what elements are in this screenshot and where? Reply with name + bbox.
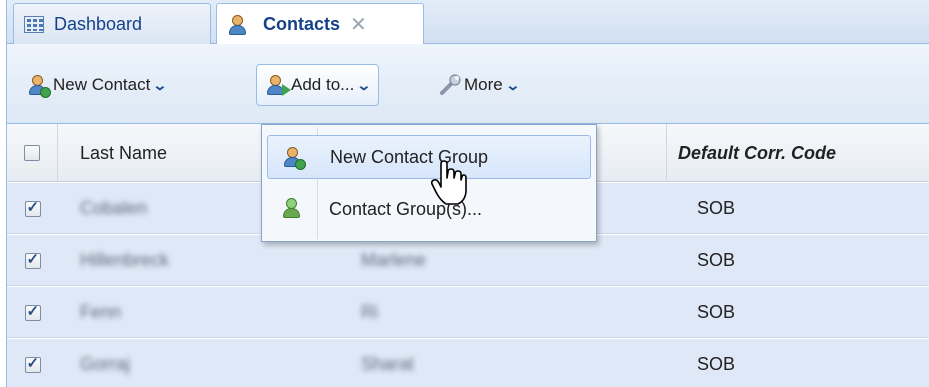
row-checkbox[interactable] <box>24 302 41 321</box>
add-to-icon <box>265 74 291 96</box>
row-checkbox[interactable] <box>24 250 41 269</box>
hand-cursor-icon <box>431 160 467 205</box>
close-icon[interactable]: ✕ <box>350 12 367 37</box>
row-checkbox[interactable] <box>24 354 41 373</box>
new-group-icon <box>282 146 306 170</box>
more-label: More <box>464 75 503 94</box>
tab-dashboard[interactable]: Dashboard <box>13 3 211 44</box>
tab-dashboard-label: Dashboard <box>54 13 143 34</box>
first-name-cell: Ri <box>361 302 378 322</box>
add-to-button[interactable]: Add to... ⌄ <box>256 64 380 106</box>
corr-code-cell: SOB <box>697 250 736 270</box>
last-name-cell: Fenn <box>80 302 122 322</box>
menu-item-new-contact-group[interactable]: New Contact Group <box>267 135 591 179</box>
corr-code-cell: SOB <box>697 198 736 218</box>
table-row[interactable]: Fenn Ri SOB <box>7 287 929 338</box>
add-to-dropdown-menu: New Contact Group Contact Group(s)... <box>261 124 597 242</box>
select-all-checkbox-cell[interactable] <box>7 124 58 182</box>
first-name-cell: Marlene <box>361 250 427 270</box>
new-contact-label: New Contact <box>53 75 151 94</box>
dashboard-grid-icon <box>24 15 44 33</box>
column-header-default-corr-code-label: Default Corr. Code <box>678 142 837 163</box>
tab-contacts[interactable]: Contacts ✕ <box>216 3 424 45</box>
contacts-window: Dashboard Contacts ✕ New Contact ⌄ Add t… <box>6 0 929 387</box>
tab-strip: Dashboard Contacts ✕ <box>7 0 929 45</box>
toolbar: New Contact ⌄ Add to... ⌄ More ⌄ <box>7 44 929 124</box>
column-header-default-corr-code[interactable]: Default Corr. Code <box>675 124 929 182</box>
last-name-cell: Hillenbreck <box>80 250 170 270</box>
table-row[interactable]: Gorraj Sharat SOB <box>7 339 929 387</box>
chevron-down-icon: ⌄ <box>152 76 168 93</box>
corr-code-cell: SOB <box>697 354 736 374</box>
column-header-last-name-label: Last Name <box>80 142 168 163</box>
tab-contacts-label: Contacts <box>263 14 341 34</box>
more-button[interactable]: More ⌄ <box>432 66 524 104</box>
contacts-icon <box>227 14 249 36</box>
select-all-checkbox[interactable] <box>24 145 40 161</box>
last-name-cell: Gorraj <box>80 354 131 374</box>
table-row[interactable]: Hillenbreck Marlene SOB <box>7 235 929 286</box>
add-to-label: Add to... <box>291 75 355 94</box>
chevron-down-icon: ⌄ <box>504 76 521 93</box>
first-name-cell: Sharat <box>361 354 415 374</box>
chevron-down-icon: ⌄ <box>356 76 372 93</box>
contact-groups-icon <box>281 197 303 219</box>
row-checkbox[interactable] <box>24 198 41 217</box>
last-name-cell: Cobalen <box>80 198 148 218</box>
menu-item-contact-groups[interactable]: Contact Group(s)... <box>267 187 591 231</box>
new-contact-icon <box>27 74 51 98</box>
wrench-icon <box>440 74 461 95</box>
new-contact-button[interactable]: New Contact ⌄ <box>21 66 172 104</box>
corr-code-cell: SOB <box>697 302 736 322</box>
